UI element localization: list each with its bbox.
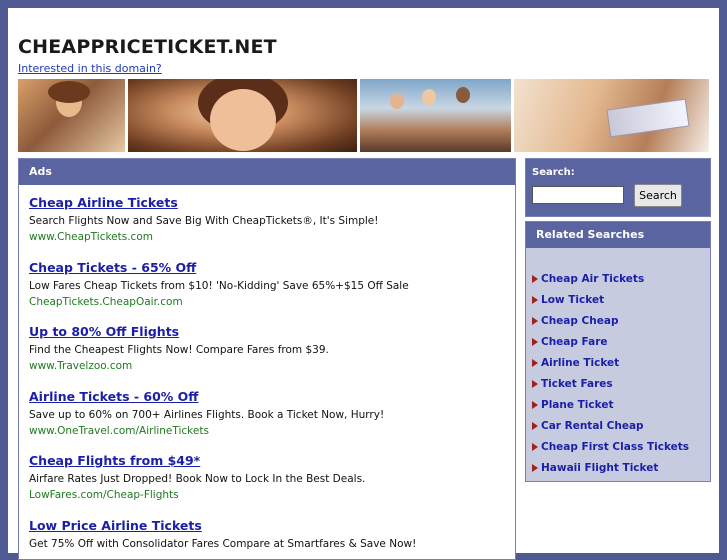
ad-url-link[interactable]: LowFares.com/Cheap-Flights bbox=[29, 488, 365, 503]
ad-title-link[interactable]: Up to 80% Off Flights bbox=[29, 324, 329, 340]
search-panel: Search: Search bbox=[525, 158, 711, 217]
site-title: CHEAPPRICETICKET.NET bbox=[18, 36, 277, 58]
ad-description: Save up to 60% on 700+ Airlines Flights.… bbox=[29, 409, 385, 421]
related-search-item[interactable]: Ticket Fares bbox=[532, 373, 689, 394]
related-search-link[interactable]: Cheap Air Tickets bbox=[541, 273, 644, 285]
ad-title-link[interactable]: Low Price Airline Tickets bbox=[29, 518, 416, 534]
related-search-link[interactable]: Cheap Cheap bbox=[541, 315, 618, 327]
related-searches-list: Cheap Air Tickets Low Ticket Cheap Cheap… bbox=[532, 268, 689, 478]
ad-title-link[interactable]: Airline Tickets - 60% Off bbox=[29, 389, 384, 405]
ad-item: Cheap Flights from $49* Airfare Rates Ju… bbox=[29, 453, 365, 503]
domain-inquiry-link[interactable]: Interested in this domain? bbox=[18, 62, 162, 75]
ad-description: Airfare Rates Just Dropped! Book Now to … bbox=[29, 473, 366, 485]
related-search-item[interactable]: Car Rental Cheap bbox=[532, 415, 689, 436]
ad-item: Up to 80% Off Flights Find the Cheapest … bbox=[29, 324, 329, 374]
related-search-item[interactable]: Cheap Air Tickets bbox=[532, 268, 689, 289]
related-searches-panel: Related Searches Cheap Air Tickets Low T… bbox=[525, 221, 711, 482]
search-button[interactable]: Search bbox=[634, 184, 682, 207]
arrow-right-icon bbox=[532, 358, 538, 367]
related-search-link[interactable]: Ticket Fares bbox=[541, 378, 613, 390]
ads-panel: Ads Cheap Airline Tickets Search Flights… bbox=[18, 158, 516, 560]
arrow-right-icon bbox=[532, 421, 538, 430]
ad-url-link[interactable]: www.Travelzoo.com bbox=[29, 359, 329, 374]
ad-title-link[interactable]: Cheap Flights from $49* bbox=[29, 453, 365, 469]
ad-description: Find the Cheapest Flights Now! Compare F… bbox=[29, 344, 329, 356]
arrow-right-icon bbox=[532, 337, 538, 346]
ad-url-link[interactable]: www.OneTravel.com/AirlineTickets bbox=[29, 424, 384, 439]
page-container: CHEAPPRICETICKET.NET Interested in this … bbox=[8, 8, 719, 560]
related-search-link[interactable]: Plane Ticket bbox=[541, 399, 613, 411]
related-search-item[interactable]: Plane Ticket bbox=[532, 394, 689, 415]
related-search-link[interactable]: Hawaii Flight Ticket bbox=[541, 462, 658, 474]
ad-url-link[interactable]: CheapTickets.CheapOair.com bbox=[29, 295, 409, 310]
search-input[interactable] bbox=[532, 186, 624, 204]
related-search-item[interactable]: Airline Ticket bbox=[532, 352, 689, 373]
ad-url-link[interactable]: www.CheapTickets.com bbox=[29, 230, 378, 245]
related-search-item[interactable]: Hawaii Flight Ticket bbox=[532, 457, 689, 478]
arrow-right-icon bbox=[532, 400, 538, 409]
related-search-item[interactable]: Cheap First Class Tickets bbox=[532, 436, 689, 457]
related-search-link[interactable]: Cheap Fare bbox=[541, 336, 608, 348]
arrow-right-icon bbox=[532, 295, 538, 304]
related-search-item[interactable]: Low Ticket bbox=[532, 289, 689, 310]
ad-title-link[interactable]: Cheap Tickets - 65% Off bbox=[29, 260, 409, 276]
ad-item: Low Price Airline Tickets Get 75% Off wi… bbox=[29, 518, 416, 553]
arrow-right-icon bbox=[532, 463, 538, 472]
arrow-right-icon bbox=[532, 442, 538, 451]
related-search-link[interactable]: Airline Ticket bbox=[541, 357, 619, 369]
arrow-right-icon bbox=[532, 379, 538, 388]
ads-heading: Ads bbox=[19, 159, 515, 185]
ad-description: Search Flights Now and Save Big With Che… bbox=[29, 215, 379, 227]
arrow-right-icon bbox=[532, 316, 538, 325]
arrow-right-icon bbox=[532, 274, 538, 283]
related-search-item[interactable]: Cheap Fare bbox=[532, 331, 689, 352]
related-searches-heading: Related Searches bbox=[526, 222, 710, 248]
banner-photo-group-shopping bbox=[360, 79, 511, 152]
related-search-item[interactable]: Cheap Cheap bbox=[532, 310, 689, 331]
ad-item: Cheap Airline Tickets Search Flights Now… bbox=[29, 195, 378, 245]
search-label: Search: bbox=[532, 167, 575, 178]
banner-photo-woman-smiling bbox=[128, 79, 357, 152]
ad-title-link[interactable]: Cheap Airline Tickets bbox=[29, 195, 378, 211]
ad-item: Airline Tickets - 60% Off Save up to 60%… bbox=[29, 389, 384, 439]
related-search-link[interactable]: Low Ticket bbox=[541, 294, 604, 306]
ad-item: Cheap Tickets - 65% Off Low Fares Cheap … bbox=[29, 260, 409, 310]
related-search-link[interactable]: Cheap First Class Tickets bbox=[541, 441, 689, 453]
related-search-link[interactable]: Car Rental Cheap bbox=[541, 420, 644, 432]
ad-description: Low Fares Cheap Tickets from $10! 'No-Ki… bbox=[29, 280, 409, 292]
banner-photo-woman-relaxing bbox=[18, 79, 125, 152]
